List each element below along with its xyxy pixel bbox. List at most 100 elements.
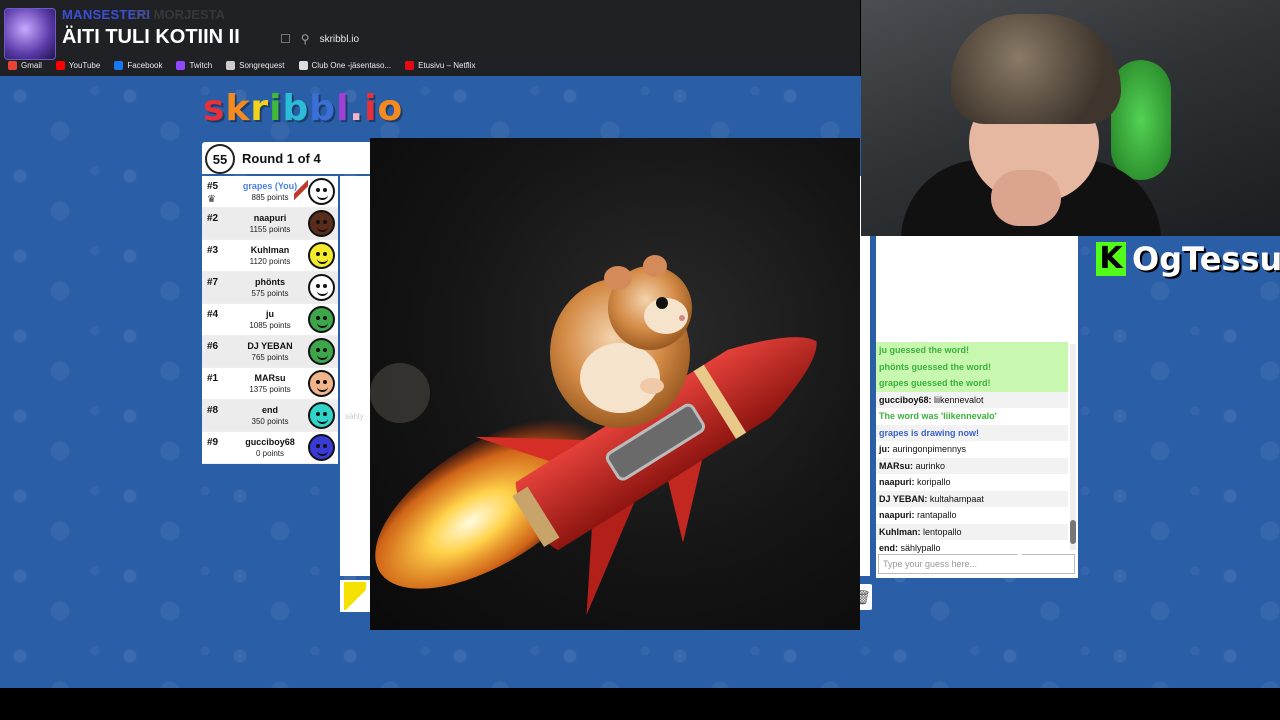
avatar-eye — [323, 188, 327, 192]
chat-author: gucciboy68: — [879, 394, 932, 405]
chat-text: grapes guessed the word! — [879, 378, 991, 388]
bookmark-label: Gmail — [21, 60, 42, 70]
round-label: Round 1 of 4 — [242, 151, 321, 166]
player-name: naapuri — [253, 213, 287, 223]
player-avatar — [308, 338, 335, 365]
player-row[interactable]: #6 DJ YEBAN 765 points — [202, 336, 338, 368]
chat-message: DJ YEBAN: kultahampaat — [876, 490, 1068, 507]
player-avatar — [308, 178, 335, 205]
avatar-mouth — [317, 419, 328, 424]
avatar-eye — [323, 380, 327, 384]
bookmark-item[interactable]: Etusivu – Netflix — [405, 60, 475, 70]
logo-letter: . — [349, 88, 365, 129]
player-points: 765 points — [251, 353, 289, 362]
chat-message: phönts guessed the word! — [876, 358, 1068, 375]
chat-message: ju: auringonpimennys — [876, 441, 1068, 458]
logo-letter: r — [250, 88, 270, 129]
bookmark-item[interactable]: Gmail — [8, 60, 42, 70]
player-rank: #2 — [207, 213, 219, 224]
chat-scrollbar[interactable] — [1070, 344, 1076, 550]
chat-message: MARsu: aurinko — [876, 457, 1068, 474]
guess-input[interactable] — [878, 554, 1075, 574]
site-info-icon[interactable]: ⚲ — [301, 32, 310, 46]
color-swatch-yellow[interactable] — [340, 580, 370, 612]
kick-logo-icon: K — [1096, 242, 1126, 276]
bookmark-favicon-icon — [55, 60, 65, 70]
player-avatar — [308, 306, 335, 333]
webcam-hand — [991, 170, 1061, 226]
bookmark-favicon-icon — [176, 60, 186, 70]
player-row[interactable]: #4 ju 1085 points — [202, 304, 338, 336]
bookmark-label: Songrequest — [239, 60, 285, 70]
avatar-eye — [316, 444, 320, 448]
avatar-eye — [323, 284, 327, 288]
player-row[interactable]: #7 phönts 575 points — [202, 272, 338, 304]
avatar-mouth — [317, 451, 328, 456]
bookmark-label: Twitch — [189, 60, 213, 70]
chat-message: gucciboy68: liikennevalot — [876, 391, 1068, 408]
bookmark-favicon-icon — [8, 60, 17, 70]
avatar-mouth — [317, 291, 328, 296]
player-name: gucciboy68 — [245, 437, 295, 447]
bookmark-item[interactable]: YouTube — [55, 60, 100, 70]
word-hint-ghost: sähly — [345, 412, 364, 421]
chat-scrollbar-thumb[interactable] — [1070, 520, 1076, 544]
streamer-tag: K OgTessu — [1096, 240, 1280, 278]
avatar-eye — [316, 284, 320, 288]
player-row[interactable]: #5 grapes (You) 885 points ♛ — [202, 176, 338, 208]
logo-letter: s — [203, 88, 226, 129]
avatar-eye — [323, 412, 327, 416]
logo-letter: b — [282, 88, 310, 129]
crown-icon: ♛ — [207, 194, 216, 205]
player-row[interactable]: #3 Kuhlman 1120 points — [202, 240, 338, 272]
bokeh-light — [370, 363, 430, 423]
bookmark-star-icon[interactable]: ☐ — [280, 32, 291, 46]
player-row[interactable]: #1 MARsu 1375 points — [202, 368, 338, 400]
player-avatar — [308, 370, 335, 397]
avatar-mouth — [317, 387, 328, 392]
chat-message-list[interactable]: ju guessed the word! phönts guessed the w… — [876, 342, 1068, 554]
bookmark-item[interactable]: Club One -jäsentaso... — [298, 60, 391, 70]
url-text: skribbl.io — [319, 33, 360, 45]
player-row[interactable]: #8 end 350 points — [202, 400, 338, 432]
chat-text: koripallo — [914, 477, 951, 487]
album-art-image — [4, 8, 56, 60]
hamster-rocket-svg — [370, 255, 817, 615]
bookmark-favicon-icon — [298, 60, 308, 70]
chat-panel: ju guessed the word! phönts guessed the w… — [876, 236, 1078, 578]
player-avatar — [308, 274, 335, 301]
chat-message: end: sählypallo — [876, 540, 1068, 554]
chat-text: liikennevalot — [931, 394, 984, 405]
skribbl-logo[interactable]: skribbl.io — [203, 88, 403, 129]
chat-message: naapuri: rantapallo — [876, 507, 1068, 524]
logo-letter: o — [377, 88, 404, 129]
player-avatar — [308, 402, 335, 429]
address-bar[interactable]: ☐ ⚲ skribbl.io — [280, 28, 840, 50]
player-name: MARsu — [254, 373, 286, 383]
chat-text: rantapallo — [914, 510, 957, 520]
avatar-eye — [316, 412, 320, 416]
player-row[interactable]: #2 naapuri 1155 points — [202, 208, 338, 240]
overlay-subtitle-ghost: DE MORJESTA — [132, 7, 225, 22]
yellow-swatch-fill — [344, 582, 366, 610]
chat-text: kultahampaat — [927, 493, 984, 504]
bookmark-item[interactable]: Twitch — [176, 60, 213, 70]
player-row[interactable]: #9 gucciboy68 0 points — [202, 432, 338, 464]
avatar-eye — [316, 252, 320, 256]
overlay-title: ÄITI TULI KOTIIN II — [62, 26, 240, 48]
chat-text: phönts guessed the word! — [879, 361, 992, 372]
bookmark-item[interactable]: Songrequest — [226, 60, 285, 70]
player-list: #5 grapes (You) 885 points ♛ #2 naapuri 1155 p… — [202, 176, 338, 464]
chat-author: DJ YEBAN: — [879, 493, 928, 504]
player-rank: #8 — [207, 405, 219, 416]
bookmark-favicon-icon — [114, 60, 124, 70]
player-points: 575 points — [251, 289, 289, 298]
chat-text: auringonpimennys — [890, 444, 967, 454]
bookmarks-bar: Gmail YouTube Facebook Twitch Songrequest Clu… — [0, 54, 860, 76]
chat-author: naapuri: — [879, 477, 915, 487]
chat-message: grapes is drawing now! — [876, 424, 1068, 441]
logo-letter: i — [364, 88, 378, 129]
bookmark-item[interactable]: Facebook — [114, 60, 162, 70]
avatar-mouth — [317, 227, 328, 232]
chat-author: MARsu: — [879, 460, 913, 471]
